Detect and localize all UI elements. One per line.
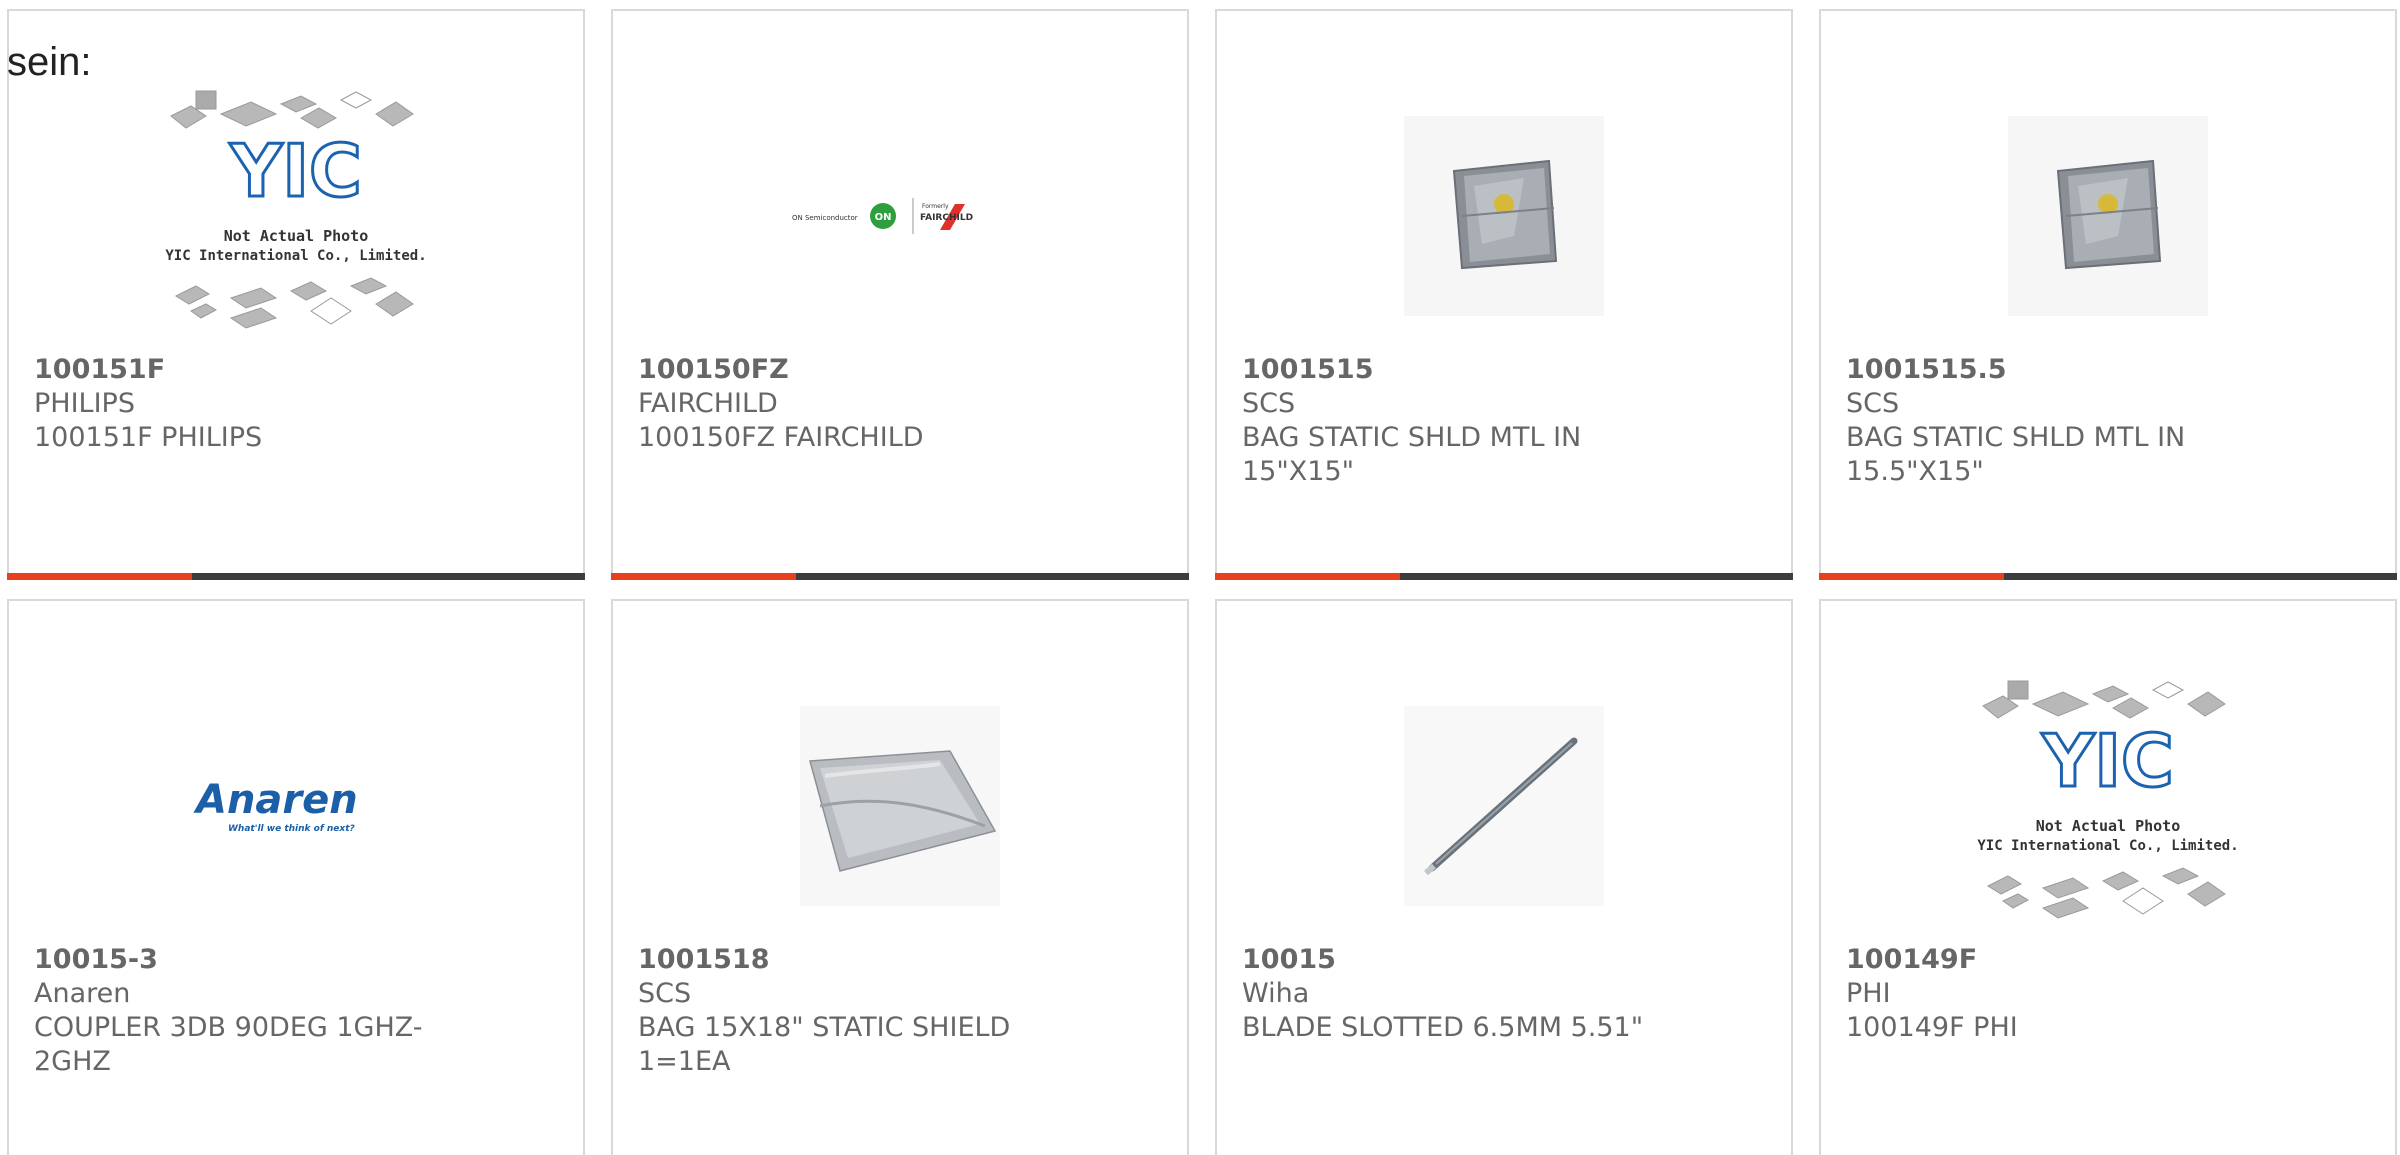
product-image[interactable]: YIC Not Actual Photo YIC International C… <box>1821 671 2395 941</box>
part-number[interactable]: 1001518 <box>638 943 1167 977</box>
product-image[interactable] <box>1821 81 2395 351</box>
product-card[interactable]: 1001518 SCS BAG 15X18" STATIC SHIELD 1=1… <box>611 599 1189 1155</box>
static-shield-bag-icon <box>2008 116 2208 316</box>
card-bar-accent <box>7 573 192 580</box>
manufacturer: PHI <box>1846 978 1891 1009</box>
product-info: 100151F PHILIPS 100151F PHILIPS <box>34 353 563 455</box>
product-grid-page: sein: YIC Not Actual Photo YIC Internati… <box>0 0 2400 1155</box>
product-card[interactable]: ON Semiconductor ON Formerly FAIRCHILD 1… <box>611 9 1189 580</box>
prefix-text: sein: <box>7 40 92 84</box>
product-image[interactable]: ON Semiconductor ON Formerly FAIRCHILD <box>613 81 1187 351</box>
manufacturer: PHILIPS <box>34 388 135 419</box>
svg-text:YIC International Co., Limited: YIC International Co., Limited. <box>165 248 426 264</box>
card-bottom-bar <box>1215 573 1793 580</box>
product-info: 10015-3 Anaren COUPLER 3DB 90DEG 1GHZ-2G… <box>34 943 563 1079</box>
manufacturer: SCS <box>1242 388 1296 419</box>
yic-placeholder-icon: YIC Not Actual Photo YIC International C… <box>1977 680 2239 919</box>
manufacturer: Wiha <box>1242 978 1310 1009</box>
product-info: 100149F PHI 100149F PHI <box>1846 943 2375 1045</box>
part-number[interactable]: 1001515 <box>1242 353 1771 387</box>
part-number[interactable]: 100149F <box>1846 943 2375 977</box>
description: 100150FZ FAIRCHILD <box>638 422 924 453</box>
product-info: 1001515.5 SCS BAG STATIC SHLD MTL IN 15.… <box>1846 353 2375 489</box>
svg-text:YIC: YIC <box>2041 719 2174 803</box>
description: BAG STATIC SHLD MTL IN 15"X15" <box>1242 422 1582 487</box>
svg-text:Formerly: Formerly <box>922 203 949 210</box>
product-card[interactable]: 1001515 SCS BAG STATIC SHLD MTL IN 15"X1… <box>1215 9 1793 580</box>
product-image[interactable]: YIC Not Actual Photo YIC International C… <box>9 81 583 351</box>
product-card[interactable]: Anaren What'll we think of next? 10015-3… <box>7 599 585 1155</box>
card-bottom-bar <box>1819 573 2397 580</box>
product-info: 1001518 SCS BAG 15X18" STATIC SHIELD 1=1… <box>638 943 1167 1079</box>
description: BAG STATIC SHLD MTL IN 15.5"X15" <box>1846 422 2186 487</box>
manufacturer: SCS <box>638 978 692 1009</box>
part-number[interactable]: 10015 <box>1242 943 1771 977</box>
svg-text:ON Semiconductor: ON Semiconductor <box>792 214 858 222</box>
manufacturer: Anaren <box>34 978 131 1009</box>
svg-text:Not Actual Photo: Not Actual Photo <box>2036 817 2181 835</box>
card-bar-accent <box>1215 573 1400 580</box>
flat-shield-bag-icon <box>800 706 1000 906</box>
static-shield-bag-icon <box>1404 116 1604 316</box>
svg-text:What'll we think of next?: What'll we think of next? <box>228 824 355 834</box>
product-info: 1001515 SCS BAG STATIC SHLD MTL IN 15"X1… <box>1242 353 1771 489</box>
product-info: 10015 Wiha BLADE SLOTTED 6.5MM 5.51" <box>1242 943 1771 1045</box>
product-image[interactable] <box>1217 81 1791 351</box>
product-image[interactable] <box>613 671 1187 941</box>
product-card[interactable]: 10015 Wiha BLADE SLOTTED 6.5MM 5.51" <box>1215 599 1793 1155</box>
description: 100149F PHI <box>1846 1012 2018 1043</box>
svg-text:Not Actual Photo: Not Actual Photo <box>224 227 369 245</box>
manufacturer: FAIRCHILD <box>638 388 778 419</box>
product-image[interactable]: Anaren What'll we think of next? <box>9 671 583 941</box>
card-bottom-bar <box>7 573 585 580</box>
anaren-logo-icon: Anaren What'll we think of next? <box>193 777 358 834</box>
on-semiconductor-fairchild-logo-icon: ON Semiconductor ON Formerly FAIRCHILD <box>792 198 973 234</box>
product-info: 100150FZ FAIRCHILD 100150FZ FAIRCHILD <box>638 353 1167 455</box>
description: BLADE SLOTTED 6.5MM 5.51" <box>1242 1012 1644 1043</box>
card-bar-accent <box>1819 573 2004 580</box>
part-number[interactable]: 10015-3 <box>34 943 563 977</box>
description: COUPLER 3DB 90DEG 1GHZ-2GHZ <box>34 1012 423 1077</box>
svg-text:YIC International Co., Limited: YIC International Co., Limited. <box>1977 838 2238 854</box>
description: BAG 15X18" STATIC SHIELD 1=1EA <box>638 1012 1011 1077</box>
product-card[interactable]: 1001515.5 SCS BAG STATIC SHLD MTL IN 15.… <box>1819 9 2397 580</box>
description: 100151F PHILIPS <box>34 422 263 453</box>
screwdriver-blade-icon <box>1404 706 1604 906</box>
card-bottom-bar <box>611 573 1189 580</box>
product-card[interactable]: YIC Not Actual Photo YIC International C… <box>7 9 585 580</box>
manufacturer: SCS <box>1846 388 1900 419</box>
svg-text:YIC: YIC <box>229 129 362 213</box>
part-number[interactable]: 100150FZ <box>638 353 1167 387</box>
svg-text:Anaren: Anaren <box>193 777 358 823</box>
product-card[interactable]: YIC Not Actual Photo YIC International C… <box>1819 599 2397 1155</box>
part-number[interactable]: 100151F <box>34 353 563 387</box>
yic-placeholder-icon: YIC Not Actual Photo YIC International C… <box>165 90 427 329</box>
part-number[interactable]: 1001515.5 <box>1846 353 2375 387</box>
svg-text:FAIRCHILD: FAIRCHILD <box>920 213 973 223</box>
card-bar-accent <box>611 573 796 580</box>
svg-text:ON: ON <box>875 212 892 223</box>
product-image[interactable] <box>1217 671 1791 941</box>
